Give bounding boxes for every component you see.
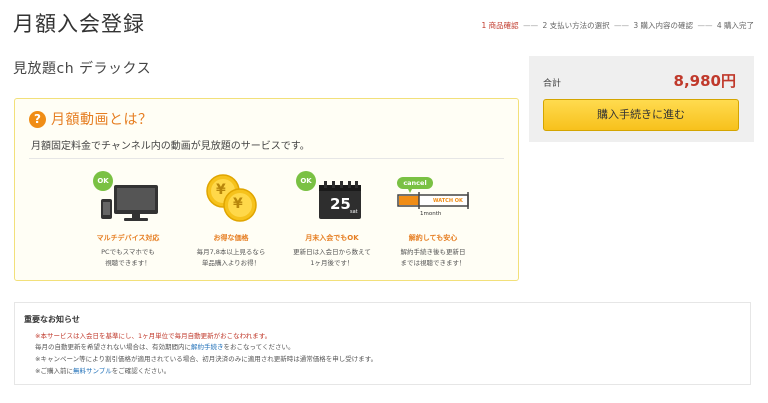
notice-auto-renew: 本サービスは入会日を基準にし、1ヶ月単位で毎月自動更新がおこなわれます。 [40, 332, 272, 340]
feature-line: 毎月7,8本以上見るなら [196, 248, 266, 256]
step-separator: —— [614, 21, 630, 30]
feature-title: お得な価格 [213, 234, 249, 242]
feature-description: PCでもスマホでも 視聴できます！ [78, 247, 178, 269]
cancel-icon: cancel WATCH OK 1month [393, 171, 473, 227]
notice-line: 毎月の自動更新を希望されない場合は、有効期間内に解約手続きをおこなってください。 [35, 341, 294, 351]
important-notice: 重要なお知らせ ※本サービスは入会日を基準にし、1ヶ月単位で毎月自動更新がおこな… [14, 302, 751, 385]
feature-title: 月末入会でもOK [305, 234, 359, 242]
period-label: 1month [420, 211, 442, 217]
feature-description: 毎月7,8本以上見るなら 単品購入よりお得！ [181, 247, 281, 269]
step-1: 1 商品確認 [481, 21, 519, 30]
notice-line: ※ご購入前に無料サンプルをご確認ください。 [35, 365, 170, 375]
feature-line: 視聴できます！ [105, 259, 151, 267]
order-summary-panel: 合計 8,980円 購入手続きに進む [529, 56, 754, 142]
step-indicator: 1 商品確認 —— 2 支払い方法の選択 —— 3 購入内容の確認 —— 4 購… [482, 20, 754, 31]
info-title: 月額動画とは？ [51, 112, 153, 128]
free-sample-link[interactable]: 無料サンプル [73, 367, 112, 375]
coin-symbol: ¥ [233, 196, 243, 212]
cancel-procedure-link[interactable]: 解約手続き [191, 343, 224, 351]
notice-line: ※本サービスは入会日を基準にし、1ヶ月単位で毎月自動更新がおこなわれます。 [35, 330, 271, 340]
question-icon: ? [29, 111, 46, 128]
feature-value-price: ¥ ¥ お得な価格 毎月7,8本以上見るなら 単品購入よりお得！ [181, 171, 281, 269]
feature-multi-device: OK マルチデバイス対応 PCでもスマホでも 視聴できます！ [78, 171, 178, 269]
device-illustration [101, 185, 158, 221]
feature-month-end: OK 25 sat 月末入会でもOK 更新日は入会日から数えて 1ヶ月後です！ [282, 171, 382, 269]
notice-text: ※ご購入前に [35, 367, 73, 375]
divider [29, 158, 504, 159]
feature-line: PCでもスマホでも [101, 248, 155, 256]
feature-description: 解約手続き後も更新日 までは視聴できます！ [383, 247, 483, 269]
coins-icon: ¥ ¥ [191, 171, 271, 227]
coin-symbol: ¥ [216, 182, 226, 198]
step-3: 3 購入内容の確認 [633, 21, 694, 30]
multi-device-icon: OK [88, 171, 168, 227]
calendar-day: 25 [330, 195, 351, 213]
step-separator: —— [523, 21, 539, 30]
product-name: 見放題ch デラックス [13, 61, 152, 77]
step-4: 4 購入完了 [716, 21, 754, 30]
notice-line: ※キャンペーン等により割引価格が適用されている場合、初月決済のみに適用され更新時… [35, 353, 377, 363]
calendar-icon: OK 25 sat [292, 171, 372, 227]
feature-line: 解約手続き後も更新日 [400, 248, 466, 256]
feature-line: 更新日は入会日から数えて [293, 248, 371, 256]
feature-line: 単品購入よりお得！ [201, 259, 261, 267]
notice-text: 毎月の自動更新を希望されない場合は、有効期間内に [35, 343, 191, 351]
info-box: ? 月額動画とは？ 月額固定料金でチャンネル内の動画が見放題のサービスです。 O… [14, 98, 519, 281]
notice-text: をご確認ください。 [111, 367, 171, 375]
info-description: 月額固定料金でチャンネル内の動画が見放題のサービスです。 [31, 141, 310, 152]
proceed-to-purchase-button[interactable]: 購入手続きに進む [543, 99, 739, 131]
step-separator: —— [697, 21, 713, 30]
page-title: 月額入会登録 [13, 12, 145, 36]
calendar-weekday: sat [350, 209, 358, 215]
feature-line: 1ヶ月後です！ [310, 259, 354, 267]
feature-line: までは視聴できます！ [400, 259, 466, 267]
coins-illustration [206, 174, 257, 222]
notice-title: 重要なお知らせ [24, 315, 80, 324]
step-2: 2 支払い方法の選択 [542, 21, 610, 30]
total-price: 8,980円 [673, 72, 736, 90]
feature-cancel-safe: cancel WATCH OK 1month 解約しても安心 解約手続き後も更新… [383, 171, 483, 269]
notice-text: をおこなってください。 [223, 343, 295, 351]
feature-title: 解約しても安心 [408, 234, 458, 242]
feature-description: 更新日は入会日から数えて 1ヶ月後です！ [282, 247, 382, 269]
feature-title: マルチデバイス対応 [96, 234, 160, 242]
total-label: 合計 [543, 79, 562, 89]
notice-text: ※キャンペーン等により割引価格が適用されている場合、初月決済のみに適用され更新時… [35, 355, 378, 363]
watch-ok-label: WATCH OK [433, 198, 463, 204]
